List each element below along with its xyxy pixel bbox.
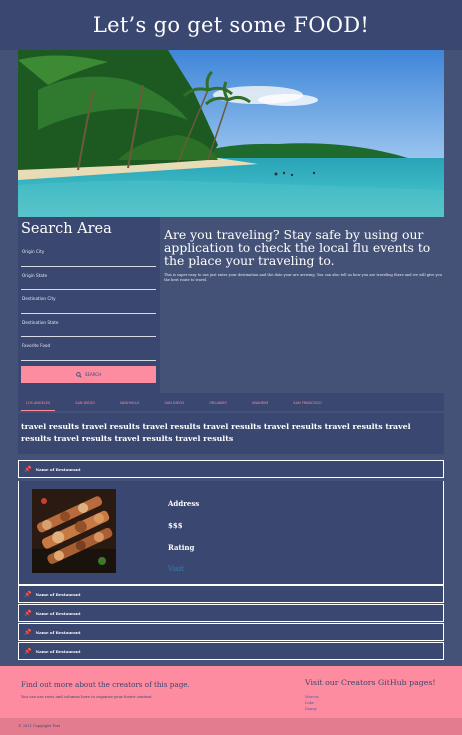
search-button-label: SEARCH (84, 372, 102, 377)
restaurant-name: Name of Restaurant (35, 648, 81, 654)
restaurant-details-panel: Address $$$ Rating Visit (18, 481, 444, 585)
restaurant-details: Address $$$ Rating Visit (168, 499, 199, 586)
footer-github-heading: Visit our Creators GitHub pages! (305, 678, 436, 687)
origin-state-field[interactable]: Origin State (21, 267, 156, 290)
destination-city-field[interactable]: Destination City (21, 290, 156, 314)
restaurant-name: Name of Restaurant (35, 629, 81, 635)
search-button[interactable]: SEARCH (21, 366, 156, 383)
tab-nashville[interactable]: NASHVILLE (115, 394, 144, 410)
restaurant-accordion-item[interactable]: 📌 Name of Restaurant (18, 642, 444, 660)
travel-results: travel results travel results travel res… (18, 413, 444, 454)
restaurant-address: Address (168, 499, 200, 508)
restaurant-accordion-item[interactable]: 📌 Name of Restaurant (18, 460, 444, 478)
tab-anaheim[interactable]: ANAHEIM (247, 394, 273, 410)
travel-results-text: travel results travel results travel res… (21, 422, 411, 443)
pin-icon: 📌 (24, 628, 32, 636)
restaurant-accordion-item[interactable]: 📌 Name of Restaurant (18, 604, 444, 622)
beach-hero-image (18, 50, 444, 217)
intro-heading: Are you traveling? Stay safe by using ou… (164, 227, 431, 268)
copyright-text: © 2021 Copyright Text (18, 724, 61, 728)
restaurant-rating: Rating (168, 543, 195, 552)
restaurant-name: Name of Restaurant (35, 466, 81, 472)
page-footer: Find out more about the creators of this… (0, 666, 462, 718)
restaurant-visit-link[interactable]: Visit (168, 565, 199, 573)
tab-san-diego[interactable]: SAN DIEGO (70, 394, 100, 410)
origin-city-field[interactable]: Origin City (21, 243, 156, 267)
restaurant-accordion-item[interactable]: 📌 Name of Restaurant (18, 585, 444, 603)
restaurant-name: Name of Restaurant (35, 610, 81, 616)
city-tabs: LOS ANGELES SAN DIEGO NASHVILLE SAN DIEG… (18, 393, 444, 411)
page-header: Let’s go get some FOOD! (0, 0, 462, 50)
page-title: Let’s go get some FOOD! (92, 13, 370, 37)
pin-icon: 📌 (24, 609, 32, 617)
github-link-marcus[interactable]: Marcus (305, 695, 319, 699)
footer-about-text: You can use rows and columns here to org… (21, 694, 153, 699)
pin-icon: 📌 (24, 590, 32, 598)
pin-icon: 📌 (24, 647, 32, 655)
destination-state-field[interactable]: Destination State (21, 314, 156, 337)
tab-san-diego-2[interactable]: SAN DIEGO (159, 394, 189, 410)
footer-about-heading: Find out more about the creators of this… (21, 680, 190, 689)
copyright-bar: © 2021 Copyright Text (0, 718, 462, 735)
tab-san-francisco[interactable]: SAN FRANCISCO (288, 394, 327, 410)
search-area: Search Area Origin City Origin State Des… (18, 217, 160, 393)
favorite-food-field[interactable]: Favorite Food (21, 337, 156, 361)
pin-icon: 📌 (24, 465, 32, 473)
intro-body: This is super easy to use just enter you… (164, 273, 443, 282)
github-link-luke[interactable]: Luke (305, 701, 314, 705)
restaurant-accordion-item[interactable]: 📌 Name of Restaurant (18, 623, 444, 641)
food-image (32, 489, 116, 573)
search-area-title: Search Area (21, 221, 112, 237)
tab-orlando[interactable]: ORLANDO (204, 394, 232, 410)
restaurant-price: $$$ (168, 521, 183, 530)
intro-section: Are you traveling? Stay safe by using ou… (164, 228, 442, 283)
github-link-danny[interactable]: Danny (305, 707, 317, 711)
search-icon (76, 371, 82, 378)
tab-los-angeles[interactable]: LOS ANGELES (21, 394, 56, 411)
restaurant-name: Name of Restaurant (35, 591, 81, 597)
